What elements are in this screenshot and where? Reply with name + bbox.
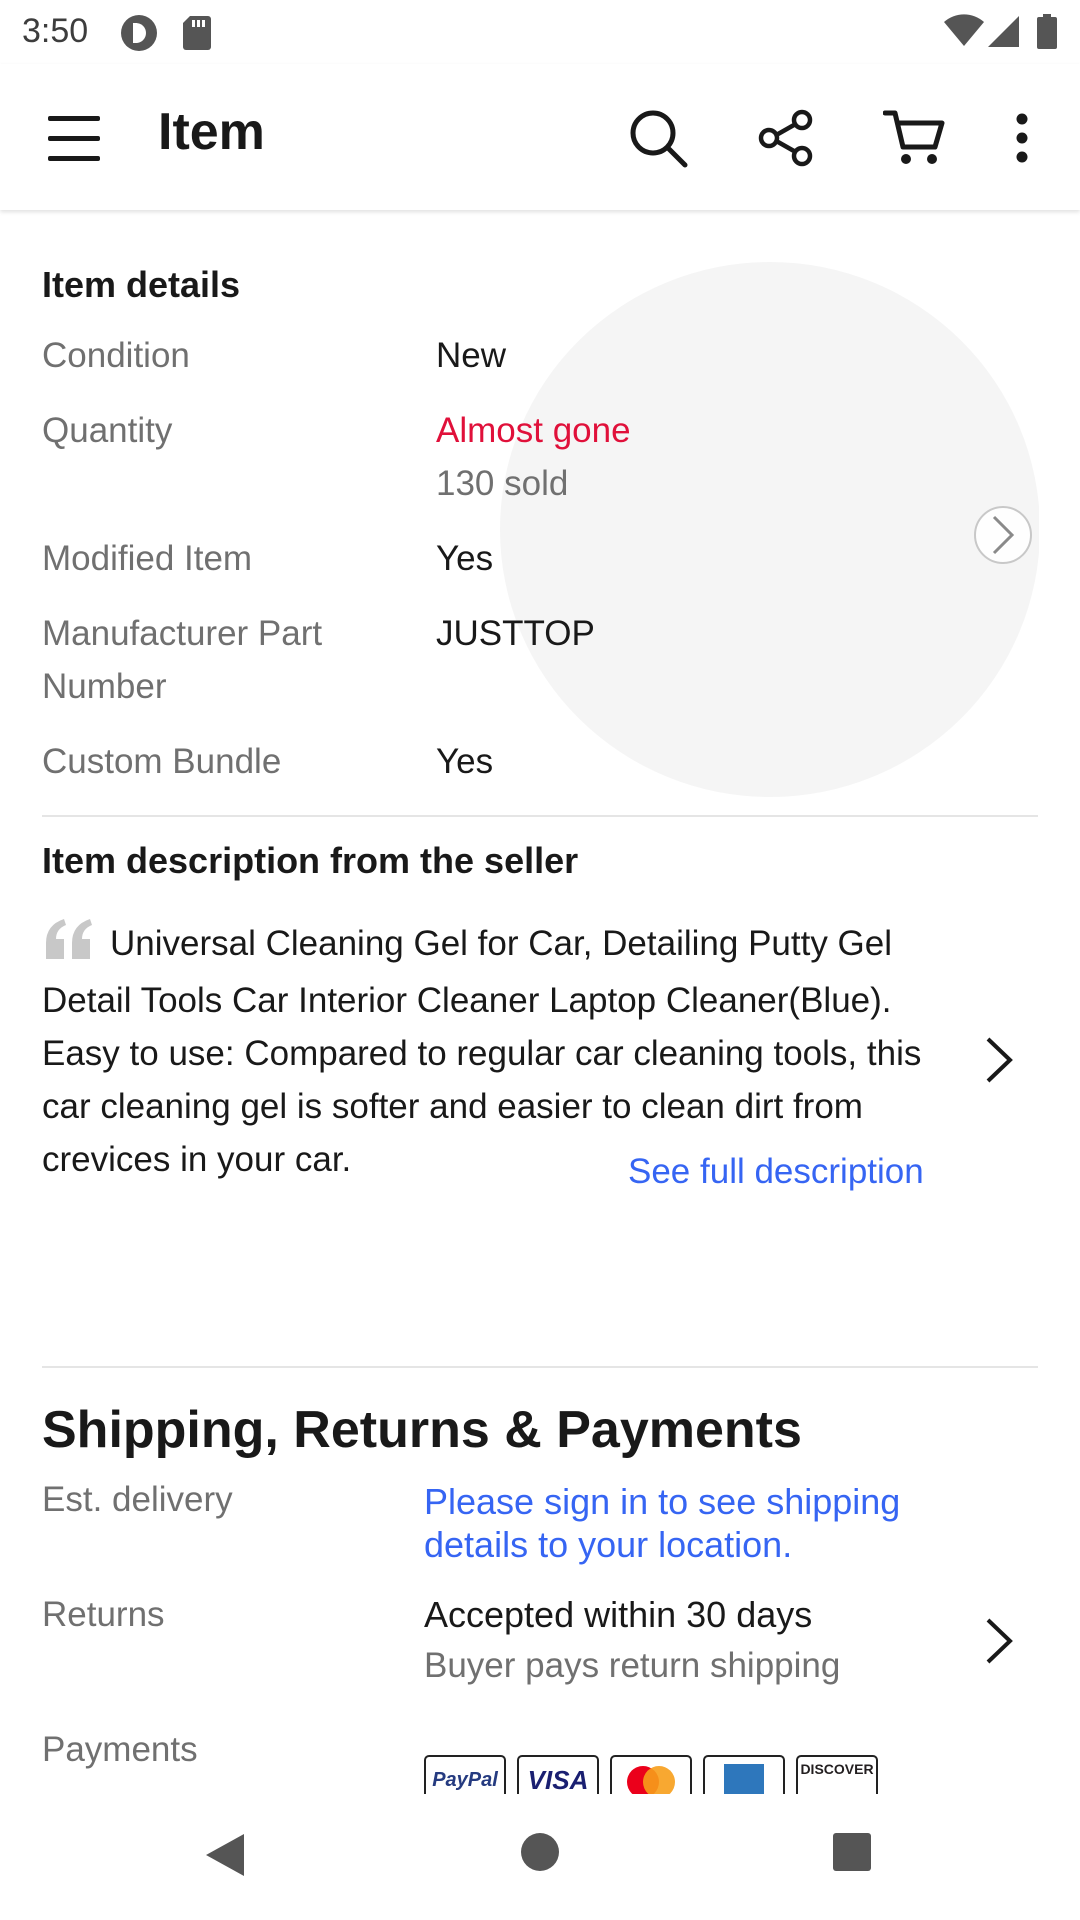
system-nav-bar xyxy=(0,1794,1080,1920)
search-button[interactable] xyxy=(620,100,696,176)
back-button[interactable] xyxy=(204,1832,246,1883)
item-details-heading: Item details xyxy=(42,264,241,305)
see-full-description-link[interactable]: See full description xyxy=(628,1152,924,1192)
quantity-label: Quantity xyxy=(42,411,173,450)
modified-item-label: Modified Item xyxy=(42,539,253,578)
manufacturer-part-label-line2: Number xyxy=(42,667,167,706)
custom-bundle-label: Custom Bundle xyxy=(42,742,282,781)
returns-details-button[interactable] xyxy=(984,1616,1014,1671)
payments-label: Payments xyxy=(42,1730,198,1769)
divider xyxy=(42,815,1038,817)
sd-card-icon xyxy=(182,14,212,55)
chevron-right-icon xyxy=(986,1037,1013,1083)
est-delivery-label: Est. delivery xyxy=(42,1480,233,1519)
returns-value: Accepted within 30 days xyxy=(424,1594,813,1635)
app-bar: Item xyxy=(0,64,1080,210)
recents-square-icon xyxy=(833,1833,871,1871)
sold-count: 130 sold xyxy=(436,464,569,503)
paypal-logo-text: PayPal xyxy=(432,1768,498,1791)
modified-item-value: Yes xyxy=(436,539,494,578)
touch-ripple xyxy=(500,262,1039,797)
sign-in-shipping-line2: details to your location. xyxy=(424,1524,793,1565)
home-circle-icon xyxy=(521,1833,559,1871)
item-details-next-button[interactable] xyxy=(974,506,1032,564)
battery-icon xyxy=(1036,14,1058,55)
status-time: 3:50 xyxy=(22,12,89,50)
share-icon xyxy=(758,109,813,167)
quote-icon xyxy=(42,919,98,974)
cart-icon xyxy=(883,110,945,164)
pocket-casts-icon xyxy=(120,14,158,57)
sign-in-shipping-link[interactable]: Please sign in to see shipping details t… xyxy=(424,1480,900,1566)
condition-label: Condition xyxy=(42,336,190,375)
custom-bundle-value: Yes xyxy=(436,742,494,781)
share-button[interactable] xyxy=(748,100,824,176)
manufacturer-part-value: JUSTTOP xyxy=(436,614,595,653)
description-preview[interactable]: Universal Cleaning Gel for Car, Detailin… xyxy=(42,917,972,1186)
item-content[interactable]: Item details Condition New Quantity Almo… xyxy=(0,212,1080,1794)
hamburger-menu-icon xyxy=(48,116,100,161)
returns-subtext: Buyer pays return shipping xyxy=(424,1646,841,1685)
description-heading: Item description from the seller xyxy=(42,840,579,881)
more-vert-icon xyxy=(1016,113,1028,163)
returns-label: Returns xyxy=(42,1595,165,1634)
search-icon xyxy=(630,110,688,168)
page-title: Item xyxy=(158,103,265,161)
chevron-right-icon xyxy=(992,515,1015,555)
visa-logo-text: VISA xyxy=(527,1764,589,1795)
shipping-heading: Shipping, Returns & Payments xyxy=(42,1401,802,1459)
quantity-status: Almost gone xyxy=(436,411,631,450)
wifi-icon xyxy=(944,14,984,53)
description-expand-button[interactable] xyxy=(984,1035,1014,1090)
recents-button[interactable] xyxy=(832,1832,872,1877)
more-options-button[interactable] xyxy=(984,100,1060,176)
description-text: Universal Cleaning Gel for Car, Detailin… xyxy=(42,924,922,1179)
cart-button[interactable] xyxy=(876,100,952,176)
status-bar: 3:50 xyxy=(0,0,1080,64)
discover-logo-text: DISCOVER xyxy=(800,1761,874,1777)
divider xyxy=(42,1366,1038,1368)
condition-value: New xyxy=(436,336,507,375)
home-button[interactable] xyxy=(520,1832,560,1877)
cell-signal-icon xyxy=(988,14,1020,53)
back-triangle-icon xyxy=(206,1834,244,1876)
menu-button[interactable] xyxy=(36,100,112,176)
sign-in-shipping-line1: Please sign in to see shipping xyxy=(424,1481,901,1522)
manufacturer-part-label-line1: Manufacturer Part xyxy=(42,614,323,653)
chevron-right-icon xyxy=(986,1618,1013,1664)
